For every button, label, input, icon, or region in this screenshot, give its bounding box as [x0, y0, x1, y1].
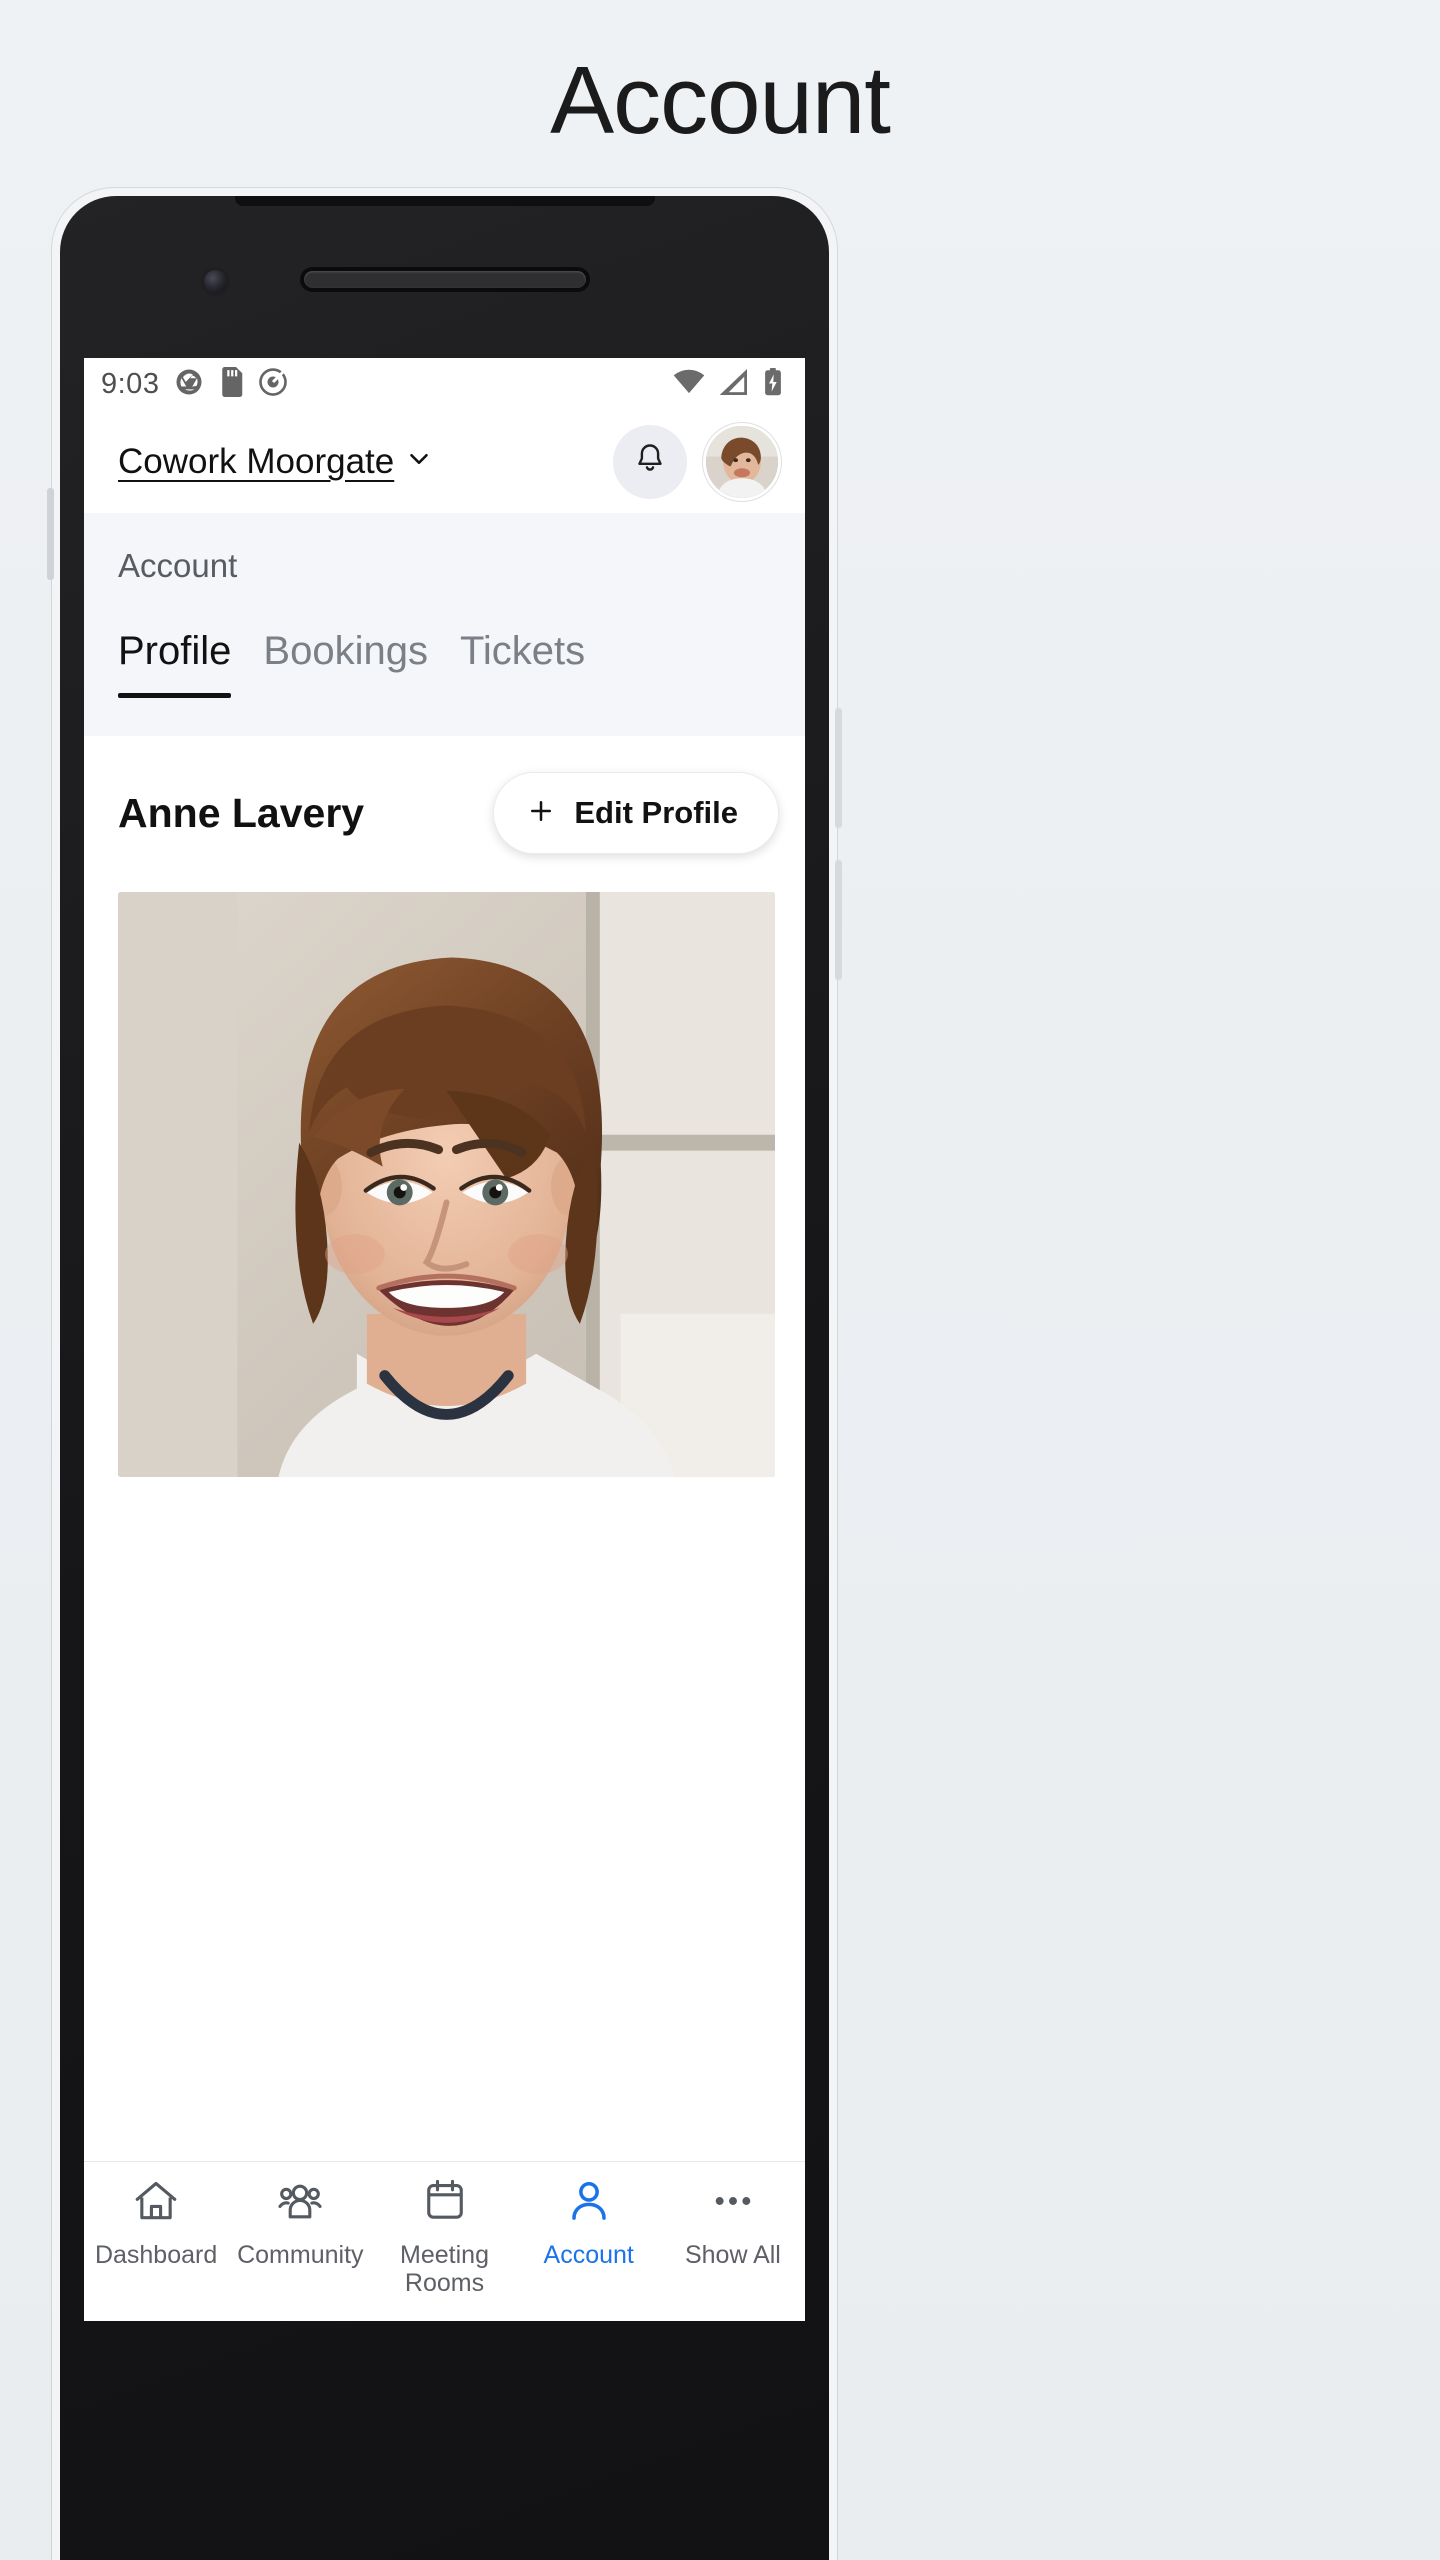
wifi-icon: [673, 369, 705, 400]
tabs-divider: [84, 698, 805, 736]
home-icon: [131, 2176, 181, 2231]
power-button[interactable]: [47, 488, 54, 580]
nav-label-show-all: Show All: [684, 2241, 781, 2269]
nav-label-community: Community: [237, 2241, 364, 2269]
phone-body: 9:03 Cowork Moorgate Account Profile Boo…: [60, 196, 829, 2560]
avatar[interactable]: [703, 422, 781, 501]
nav-item-community[interactable]: Community: [228, 2176, 372, 2269]
tab-bookings[interactable]: Bookings: [263, 629, 428, 698]
profile-header: Anne Lavery Edit Profile: [84, 736, 805, 884]
bezel-notch: [234, 196, 655, 206]
location-selector[interactable]: Cowork Moorgate: [118, 442, 434, 482]
status-bar-left: 9:03: [101, 366, 288, 402]
calendar-icon: [420, 2176, 470, 2231]
people-icon: [275, 2176, 325, 2231]
section-title: Account: [118, 547, 238, 584]
status-time: 9:03: [101, 367, 160, 400]
phone-mockup: 9:03 Cowork Moorgate Account Profile Boo…: [47, 188, 842, 2560]
shutter-icon: [174, 367, 204, 402]
sd-card-icon: [219, 366, 243, 402]
battery-charging-icon: [763, 367, 783, 401]
nav-label-account: Account: [543, 2241, 634, 2269]
volume-up-button[interactable]: [835, 708, 842, 828]
edit-profile-label: Edit Profile: [574, 795, 738, 830]
nav-item-show-all[interactable]: Show All: [661, 2176, 805, 2269]
bottom-navigation: Dashboard Community Meeting Rooms Accoun…: [84, 2161, 805, 2321]
plus-icon: [526, 796, 556, 831]
page-title: Account: [550, 47, 891, 154]
nav-label-dashboard: Dashboard: [94, 2241, 218, 2269]
page-root: Account 9:03 Cowork Moorgate Account Pro…: [0, 0, 1440, 2560]
target-icon: [258, 367, 288, 402]
location-name: Cowork Moorgate: [118, 441, 395, 481]
person-icon: [564, 2176, 614, 2231]
edit-profile-button[interactable]: Edit Profile: [493, 772, 779, 854]
profile-name: Anne Lavery: [118, 789, 365, 836]
phone-screen: 9:03 Cowork Moorgate Account Profile Boo…: [84, 358, 805, 2321]
notifications-button[interactable]: [613, 424, 687, 499]
chevron-down-icon: [404, 444, 434, 479]
nav-item-dashboard[interactable]: Dashboard: [84, 2176, 228, 2269]
tab-tickets[interactable]: Tickets: [460, 629, 585, 698]
app-bar-actions: [613, 422, 781, 501]
status-bar-right: [673, 367, 783, 401]
tab-bar: Profile Bookings Tickets: [84, 629, 805, 698]
bell-icon: [632, 441, 668, 482]
account-section: Account Profile Bookings Tickets: [84, 513, 805, 698]
front-camera-icon: [204, 270, 227, 293]
profile-photo[interactable]: [118, 892, 775, 1477]
status-bar: 9:03: [84, 358, 805, 410]
nav-label-meeting-rooms: Meeting Rooms: [400, 2241, 489, 2297]
tab-profile[interactable]: Profile: [118, 629, 232, 698]
app-bar: Cowork Moorgate: [84, 410, 805, 513]
earpiece-speaker: [303, 271, 586, 288]
cellular-signal-icon: [719, 368, 749, 400]
nav-item-meeting-rooms[interactable]: Meeting Rooms: [372, 2176, 516, 2297]
profile-photo-container: [84, 884, 805, 1477]
nav-item-account[interactable]: Account: [517, 2176, 661, 2269]
volume-down-button[interactable]: [835, 860, 842, 980]
ellipsis-icon: [708, 2176, 758, 2231]
